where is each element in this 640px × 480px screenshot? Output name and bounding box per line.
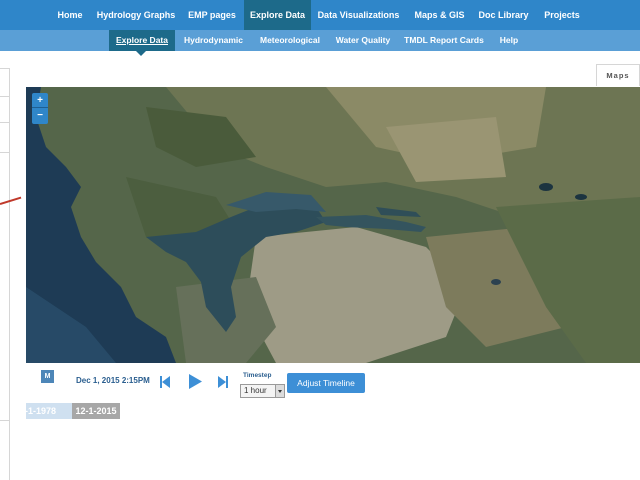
skip-back-icon[interactable]: [160, 376, 170, 388]
skip-forward-icon[interactable]: [218, 376, 228, 388]
left-panel-divider: [0, 96, 10, 97]
nav-explore-data[interactable]: Explore Data: [244, 0, 311, 30]
nav-data-visualizations[interactable]: Data Visualizations: [311, 0, 406, 30]
subnav-explore-data[interactable]: Explore Data: [109, 30, 175, 51]
page: Home Hydrology Graphs EMP pages Explore …: [0, 0, 640, 480]
nav-projects[interactable]: Projects: [534, 0, 590, 30]
subnav-hydrodynamic[interactable]: Hydrodynamic: [177, 30, 250, 51]
subnav-water-quality[interactable]: Water Quality: [330, 30, 396, 51]
left-panel: [0, 68, 10, 480]
active-subnav-caret: [136, 51, 146, 56]
timeline-start[interactable]: 5-1-1978: [26, 403, 72, 419]
chevron-down-icon: [275, 385, 284, 397]
left-panel-divider: [0, 420, 10, 421]
current-date: Dec 1, 2015 2:15PM: [76, 376, 150, 385]
subnav-tmdl-report-cards[interactable]: TMDL Report Cards: [398, 30, 490, 51]
left-panel-divider: [0, 122, 10, 123]
nav-home[interactable]: Home: [48, 0, 92, 30]
satellite-map[interactable]: [26, 87, 640, 363]
timestep-select[interactable]: 1 hour: [240, 384, 285, 398]
timestep-label: Timestep: [243, 372, 272, 379]
timestep-value: 1 hour: [244, 386, 267, 395]
play-icon[interactable]: [189, 374, 202, 389]
zoom-out-button[interactable]: −: [32, 108, 48, 123]
timeline-end[interactable]: 12-1-2015: [72, 403, 120, 419]
m-button[interactable]: M: [41, 370, 54, 383]
left-panel-divider: [0, 152, 10, 153]
satellite-imagery: [26, 87, 640, 363]
nav-hydrology-graphs[interactable]: Hydrology Graphs: [92, 0, 180, 30]
adjust-timeline-button[interactable]: Adjust Timeline: [287, 373, 365, 393]
subnav-help[interactable]: Help: [492, 30, 526, 51]
sub-nav: Explore Data Hydrodynamic Meteorological…: [0, 30, 640, 51]
maps-tab[interactable]: Maps: [596, 64, 640, 86]
top-nav: Home Hydrology Graphs EMP pages Explore …: [0, 0, 640, 30]
zoom-control: + −: [32, 93, 48, 124]
nav-maps-gis[interactable]: Maps & GIS: [406, 0, 473, 30]
subnav-meteorological[interactable]: Meteorological: [252, 30, 328, 51]
nav-emp-pages[interactable]: EMP pages: [180, 0, 244, 30]
left-panel-divider: [0, 68, 10, 69]
zoom-in-button[interactable]: +: [32, 93, 48, 108]
nav-doc-library[interactable]: Doc Library: [473, 0, 534, 30]
